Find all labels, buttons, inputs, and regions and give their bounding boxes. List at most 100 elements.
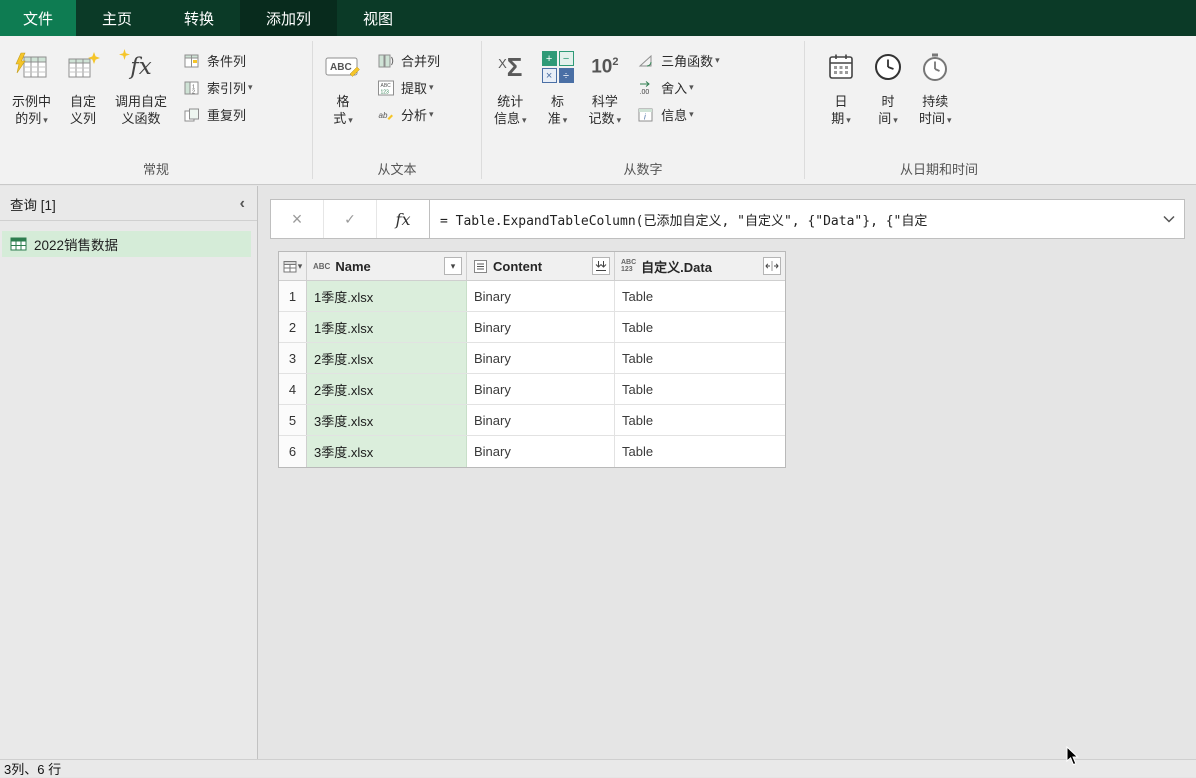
dropdown-arrow-icon: ▾ [297, 260, 303, 271]
standard-operations-icon: + − × ÷ [541, 46, 574, 88]
table-icon [283, 260, 297, 273]
duration-button[interactable]: 持续 时间 ▾ [913, 39, 958, 160]
cell-name[interactable]: 3季度.xlsx [307, 405, 467, 435]
table-row: 1 1季度.xlsx Binary Table [279, 281, 785, 312]
button-label-line: 示例中 [12, 94, 52, 109]
formula-input[interactable]: = Table.ExpandTableColumn(已添加自定义, "自定义",… [430, 200, 1154, 238]
custom-column-button[interactable]: 自定 义列 [60, 39, 106, 160]
duplicate-column-button[interactable]: 重复列 [176, 101, 259, 128]
svg-text:ABC: ABC [381, 83, 392, 89]
trigonometry-button[interactable]: 三角函数 ▾ [630, 47, 726, 74]
cell-name[interactable]: 1季度.xlsx [307, 312, 467, 342]
svg-text:2: 2 [192, 89, 195, 95]
filter-dropdown-button[interactable]: ▾ [444, 257, 462, 275]
scientific-button[interactable]: 102 科学 记数 ▾ [583, 39, 628, 160]
time-button[interactable]: 时 间 ▾ [866, 39, 910, 160]
information-button[interactable]: i 信息 ▾ [630, 101, 726, 128]
dropdown-arrow-icon: ▾ [616, 115, 622, 125]
date-button[interactable]: 日 期 ▾ [819, 39, 863, 160]
commit-button[interactable]: ✓ [324, 200, 377, 238]
dropdown-arrow-icon: ▾ [248, 82, 253, 92]
calendar-icon [825, 46, 857, 88]
cell-data[interactable]: Table [615, 312, 785, 342]
tab-view[interactable]: 视图 [337, 0, 419, 36]
query-pane-title: 查询 [1] [10, 198, 56, 213]
button-label: 条件列 [207, 54, 247, 69]
standard-button[interactable]: + − × ÷ 标 准 ▾ [536, 39, 580, 160]
merge-columns-button[interactable]: 合并列 [370, 47, 446, 74]
cell-content[interactable]: Binary [467, 343, 615, 373]
fx-button[interactable]: fx [377, 200, 430, 238]
cell-content[interactable]: Binary [467, 312, 615, 342]
ribbon-group-from-number: ΧΣ 统计 信息 ▾ + − × ÷ 标 准 ▾ 102 科学 记数 ▾ 三角函… [482, 36, 804, 184]
cancel-icon: × [291, 208, 303, 229]
cell-data[interactable]: Table [615, 374, 785, 404]
file-menu-button[interactable]: 文件 [0, 0, 76, 36]
dropdown-arrow-icon: ▾ [348, 115, 353, 125]
cell-name[interactable]: 1季度.xlsx [307, 281, 467, 311]
cell-data[interactable]: Table [615, 343, 785, 373]
query-pane: 查询 [1] ‹ 2022销售数据 [0, 186, 258, 759]
extract-button[interactable]: ABC 123 提取 ▾ [370, 74, 446, 101]
cell-name[interactable]: 3季度.xlsx [307, 436, 467, 467]
cell-data[interactable]: Table [615, 436, 785, 467]
row-number[interactable]: 1 [279, 281, 307, 311]
chevron-down-icon [1163, 215, 1175, 223]
cell-data[interactable]: Table [615, 405, 785, 435]
tab-add-column[interactable]: 添加列 [240, 0, 338, 36]
svg-text:.00: .00 [640, 89, 650, 96]
tab-transform[interactable]: 转换 [158, 0, 240, 36]
select-all-corner[interactable]: ▾ [279, 252, 307, 280]
cell-content[interactable]: Binary [467, 436, 615, 467]
column-name: Content [493, 258, 543, 274]
column-header-content[interactable]: Content [467, 252, 615, 280]
button-label-line: 准 [547, 111, 561, 126]
cell-data[interactable]: Table [615, 281, 785, 311]
information-icon: i [636, 107, 656, 123]
row-number[interactable]: 3 [279, 343, 307, 373]
expand-column-button[interactable] [763, 257, 781, 275]
grid-header-row: ▾ ABC Name ▾ Content ABC 123 自定义.Data [279, 252, 785, 281]
row-number[interactable]: 4 [279, 374, 307, 404]
column-from-examples-button[interactable]: 示例中 的列 ▾ [6, 39, 57, 160]
parse-button[interactable]: ab 分析 ▾ [370, 101, 446, 128]
dropdown-arrow-icon: ▾ [450, 260, 456, 271]
column-from-examples-icon [15, 46, 49, 88]
duplicate-column-icon [182, 107, 202, 123]
button-label-line: 统计 [497, 94, 524, 109]
expand-formula-bar-button[interactable] [1154, 200, 1184, 238]
check-icon: ✓ [344, 210, 356, 227]
cancel-button[interactable]: × [271, 200, 324, 238]
query-list-item[interactable]: 2022销售数据 [2, 231, 251, 257]
merge-columns-icon [376, 53, 396, 69]
invoke-custom-function-button[interactable]: fx 调用自定 义函数 [109, 39, 173, 160]
conditional-column-button[interactable]: 条件列 [176, 47, 259, 74]
dropdown-arrow-icon: ▾ [562, 115, 568, 125]
format-abc-icon: ABC [325, 46, 361, 88]
cell-content[interactable]: Binary [467, 281, 615, 311]
column-type-text-icon: ABC [313, 261, 331, 271]
stopwatch-icon [919, 46, 951, 88]
collapse-pane-icon[interactable]: ‹ [236, 195, 249, 213]
row-number[interactable]: 5 [279, 405, 307, 435]
row-number[interactable]: 2 [279, 312, 307, 342]
rounding-button[interactable]: .00 舍入 ▾ [630, 74, 726, 101]
formula-bar: × ✓ fx = Table.ExpandTableColumn(已添加自定义,… [270, 199, 1185, 239]
cell-name[interactable]: 2季度.xlsx [307, 374, 467, 404]
cell-content[interactable]: Binary [467, 374, 615, 404]
combine-files-button[interactable] [592, 257, 610, 275]
cell-name[interactable]: 2季度.xlsx [307, 343, 467, 373]
index-column-button[interactable]: 12 索引列 ▾ [176, 74, 259, 101]
row-number[interactable]: 6 [279, 436, 307, 467]
statistics-icon: ΧΣ [498, 52, 523, 82]
cell-content[interactable]: Binary [467, 405, 615, 435]
column-header-custom-data[interactable]: ABC 123 自定义.Data [615, 252, 785, 280]
format-button[interactable]: ABC 格 式 ▾ [319, 39, 367, 160]
statistics-button[interactable]: ΧΣ 统计 信息 ▾ [488, 39, 533, 160]
button-label-line: 格 [336, 94, 350, 109]
column-header-name[interactable]: ABC Name ▾ [307, 252, 467, 280]
menubar: 文件 主页 转换 添加列 视图 [0, 0, 1196, 36]
tab-home[interactable]: 主页 [76, 0, 158, 36]
query-name: 2022销售数据 [34, 238, 119, 253]
query-table-icon [10, 236, 28, 252]
